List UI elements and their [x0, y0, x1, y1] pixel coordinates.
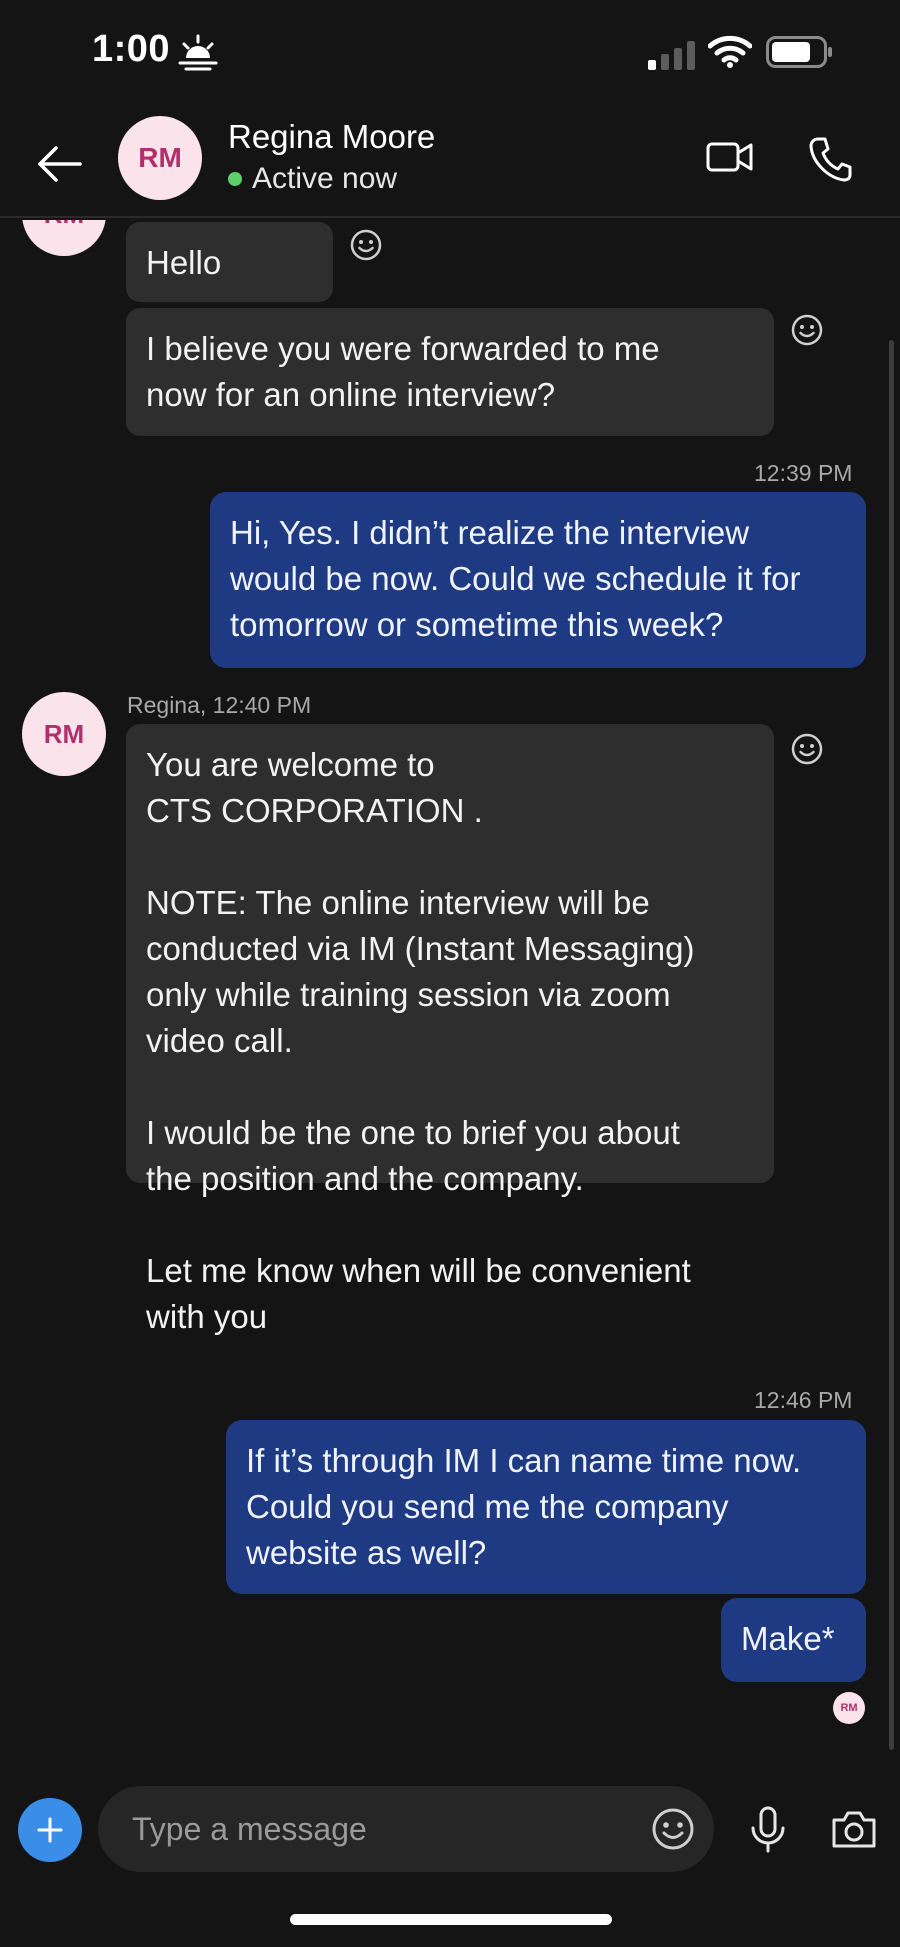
- back-arrow-icon: [38, 146, 82, 182]
- voice-message-button[interactable]: [748, 1806, 788, 1859]
- smiley-icon[interactable]: [790, 313, 824, 347]
- emoji-button[interactable]: [650, 1806, 696, 1857]
- read-receipt-avatar: RM: [833, 1692, 865, 1724]
- contact-name[interactable]: Regina Moore: [228, 118, 435, 156]
- message-timestamp: 12:46 PM: [754, 1387, 853, 1413]
- message-bubble-incoming[interactable]: I believe you were forwarded to me now f…: [126, 308, 774, 436]
- message-list[interactable]: RM Hello I believe you were forwarded to…: [0, 220, 900, 1750]
- message-composer: [0, 1770, 900, 1890]
- phone-icon: [809, 137, 852, 182]
- plus-icon: [37, 1817, 63, 1843]
- wifi-icon: [707, 34, 753, 73]
- camera-button[interactable]: [830, 1808, 878, 1855]
- home-indicator[interactable]: [290, 1914, 612, 1925]
- cellular-signal-icon: [648, 40, 696, 75]
- back-button[interactable]: [30, 134, 90, 194]
- smiley-icon[interactable]: [349, 228, 383, 262]
- presence-dot-icon: [228, 172, 242, 186]
- video-camera-icon: [706, 142, 753, 172]
- camera-icon: [832, 1811, 876, 1848]
- chat-screen: 1:00 RM Regina Moore Active now Hello I …: [0, 0, 900, 1947]
- message-bubble-incoming[interactable]: Hello: [126, 222, 333, 302]
- message-bubble-outgoing[interactable]: Hi, Yes. I didn’t realize the interview …: [210, 492, 866, 668]
- status-time: 1:00: [92, 28, 171, 70]
- message-bubble-outgoing[interactable]: If it’s through IM I can name time now. …: [226, 1420, 866, 1594]
- sunrise-icon: [178, 34, 218, 77]
- contact-avatar[interactable]: RM: [118, 116, 202, 200]
- message-input[interactable]: [132, 1786, 592, 1872]
- message-input-container: [98, 1786, 714, 1872]
- emoji-icon: [652, 1808, 694, 1850]
- sender-meta: Regina, 12:40 PM: [127, 692, 312, 718]
- message-timestamp: 12:39 PM: [754, 460, 853, 486]
- battery-icon: [766, 36, 834, 73]
- message-bubble-incoming[interactable]: You are welcome to CTS CORPORATION . NOT…: [126, 724, 774, 1335]
- smiley-icon[interactable]: [790, 732, 824, 766]
- presence-status: Active now: [228, 162, 397, 196]
- message-bubble-outgoing[interactable]: Make*: [721, 1598, 866, 1682]
- chat-scrollbar[interactable]: [889, 340, 894, 1750]
- sender-avatar[interactable]: RM: [22, 220, 106, 256]
- microphone-icon: [751, 1806, 785, 1853]
- presence-label: Active now: [252, 162, 398, 195]
- audio-call-button[interactable]: [808, 136, 852, 187]
- video-call-button[interactable]: [706, 138, 754, 181]
- conversation-header: RM Regina Moore Active now: [0, 110, 900, 218]
- add-attachment-button[interactable]: [18, 1798, 82, 1862]
- sender-avatar[interactable]: RM: [22, 692, 106, 776]
- status-bar: 1:00: [0, 0, 900, 110]
